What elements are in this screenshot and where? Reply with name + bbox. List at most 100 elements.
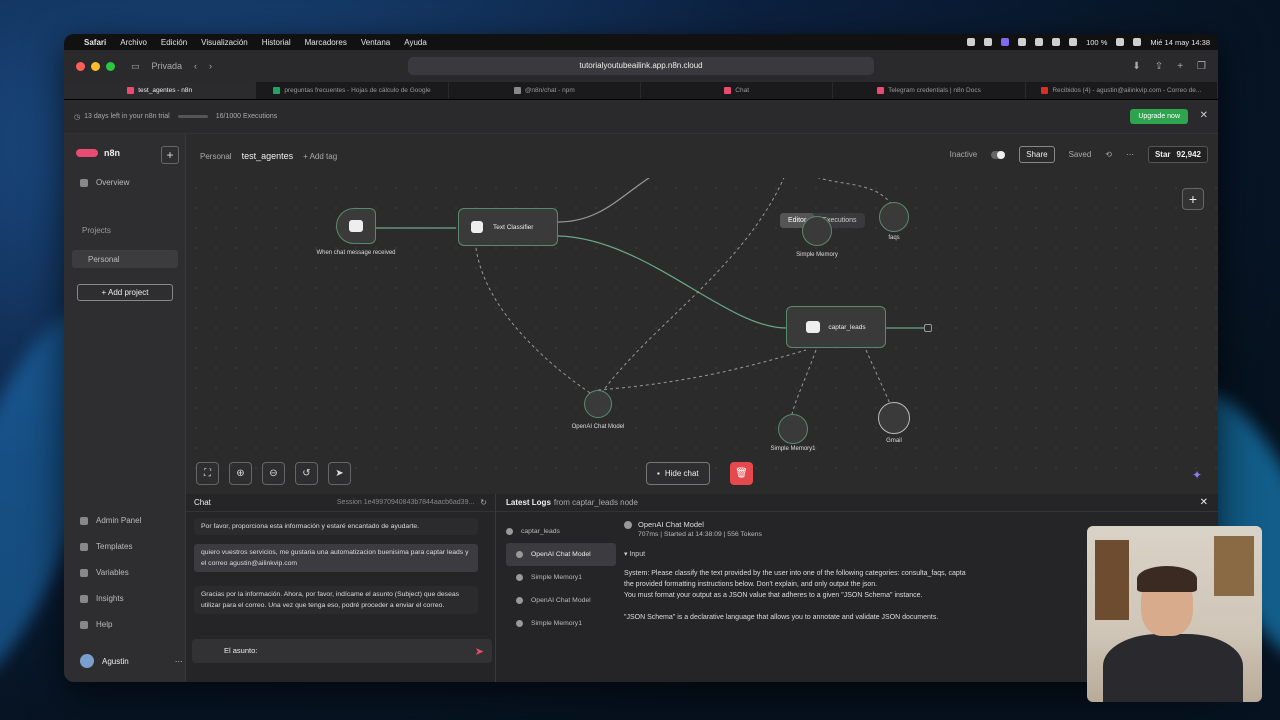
n8n-logo[interactable]: n8n — [76, 148, 120, 158]
tree-item[interactable]: OpenAI Chat Model — [506, 543, 616, 566]
logs-source: from captar_leads node — [553, 498, 638, 507]
menu-visualizacion[interactable]: Visualización — [201, 38, 248, 47]
address-bar[interactable]: tutorialyoutubeailink.app.n8n.cloud — [408, 57, 874, 75]
hide-chat-button[interactable]: ▪ Hide chat — [646, 462, 710, 485]
wifi-icon[interactable] — [1116, 38, 1125, 46]
minimize-window-button[interactable] — [91, 61, 100, 71]
zoom-out-icon[interactable]: ⊖ — [262, 462, 285, 485]
add-connection-icon[interactable] — [924, 324, 932, 332]
more-icon[interactable]: ⋯ — [1126, 150, 1134, 159]
chat-message-user: quiero vuestros servicios, me gustaria u… — [194, 544, 478, 572]
workflow-name[interactable]: test_agentes — [242, 151, 294, 161]
tab-favicon-icon — [513, 87, 521, 94]
back-icon[interactable]: ‹ — [194, 61, 197, 71]
delete-icon[interactable]: 🗑 — [730, 462, 753, 485]
send-icon[interactable]: ➤ — [475, 645, 484, 658]
browser-tab[interactable]: test_agentes - n8n — [64, 82, 257, 99]
status-icon[interactable] — [1001, 38, 1010, 46]
tree-item[interactable]: OpenAI Chat Model — [506, 589, 616, 612]
close-window-button[interactable] — [76, 61, 85, 71]
add-tag-button[interactable]: + Add tag — [303, 152, 337, 161]
sidebar-item-overview[interactable]: Overview — [80, 178, 129, 187]
history-icon[interactable]: ⟲ — [1105, 150, 1112, 159]
browser-tab[interactable]: Chat — [641, 82, 834, 99]
download-icon[interactable]: ⬇ — [1132, 61, 1140, 72]
trial-days-left: 13 days left in your n8n trial — [84, 113, 170, 120]
tab-favicon-icon — [127, 87, 135, 94]
browser-tab[interactable]: Recibidos (4) - agustin@ailinkvip.com - … — [1026, 82, 1218, 99]
browser-toolbar: ▭ Privada ‹ › tutorialyoutubeailink.app.… — [64, 50, 1218, 82]
create-button[interactable]: + — [161, 146, 179, 164]
browser-tab[interactable]: preguntas frecuentes - Hojas de cálculo … — [256, 82, 449, 99]
sidebar-toggle-icon[interactable]: ▭ — [131, 61, 140, 72]
node-simple-memory[interactable] — [802, 216, 832, 246]
sidebar-item-personal[interactable]: Personal — [72, 250, 178, 268]
new-tab-icon[interactable]: + — [1177, 61, 1183, 72]
node-text-classifier[interactable]: Text Classifier — [458, 208, 558, 246]
tree-item[interactable]: captar_leads — [506, 520, 616, 543]
n8n-app: n8n + Overview Projects Personal + Add p… — [64, 134, 1218, 682]
activation-toggle[interactable] — [991, 150, 1006, 159]
node-gmail[interactable] — [878, 402, 910, 434]
status-icon[interactable] — [984, 38, 993, 46]
node-faqs[interactable] — [879, 202, 909, 232]
private-label: Privada — [151, 61, 183, 71]
menu-historial[interactable]: Historial — [262, 38, 291, 47]
sidebar-item-admin-panel[interactable]: Admin Panel — [80, 516, 141, 525]
tidy-up-icon[interactable]: ➤ — [328, 462, 351, 485]
close-icon[interactable]: ✕ — [1200, 497, 1208, 508]
chevron-down-icon: ▾ — [624, 551, 628, 558]
webcam-overlay — [1087, 526, 1262, 702]
node-chat-trigger[interactable] — [336, 208, 376, 244]
more-icon[interactable]: ⋯ — [175, 657, 183, 666]
fit-view-icon[interactable]: ⛶ — [196, 462, 219, 485]
node-openai-chat-model[interactable] — [584, 390, 612, 418]
sidebar-item-insights[interactable]: Insights — [80, 594, 124, 603]
browser-tab[interactable]: Telegram credentials | n8n Docs — [833, 82, 1026, 99]
upgrade-button[interactable]: Upgrade now — [1130, 109, 1188, 124]
clock[interactable]: Mié 14 may 14:38 — [1150, 38, 1210, 47]
forward-icon[interactable]: › — [209, 61, 212, 71]
close-icon[interactable]: ✕ — [1200, 110, 1208, 121]
tree-item[interactable]: Simple Memory1 — [506, 566, 616, 589]
share-icon[interactable]: ⇪ — [1155, 61, 1163, 72]
add-node-button[interactable]: + — [1182, 188, 1204, 210]
chat-input[interactable]: El asunto: ➤ — [192, 639, 492, 663]
menu-marcadores[interactable]: Marcadores — [305, 38, 347, 47]
node-simple-memory1[interactable] — [778, 414, 808, 444]
github-star-button[interactable]: Star 92,942 — [1147, 146, 1208, 163]
status-icon[interactable] — [967, 38, 976, 46]
battery-level[interactable]: 100 % — [1086, 38, 1107, 47]
volume-icon[interactable] — [1052, 38, 1061, 46]
zoom-in-icon[interactable]: ⊕ — [229, 462, 252, 485]
reset-zoom-icon[interactable]: ↺ — [295, 462, 318, 485]
browser-tab[interactable]: @n8n/chat - npm — [449, 82, 641, 99]
tab-overview-icon[interactable]: ❐ — [1197, 61, 1206, 72]
menu-archivo[interactable]: Archivo — [120, 38, 147, 47]
bluetooth-icon[interactable] — [1069, 38, 1078, 46]
window-controls — [76, 61, 115, 71]
sidebar-item-variables[interactable]: Variables — [80, 568, 129, 577]
breadcrumb-project[interactable]: Personal — [200, 152, 232, 161]
zoom-window-button[interactable] — [106, 61, 115, 71]
chat-icon — [349, 220, 363, 232]
sidebar-item-templates[interactable]: Templates — [80, 542, 132, 551]
ai-assistant-icon[interactable]: ✦ — [1192, 468, 1202, 482]
status-icon[interactable] — [1018, 38, 1027, 46]
user-menu[interactable]: Agustin ⋯ — [80, 654, 183, 668]
menu-app[interactable]: Safari — [84, 38, 106, 47]
share-button[interactable]: Share — [1019, 146, 1055, 163]
status-icon[interactable] — [1035, 38, 1044, 46]
node-captar-leads[interactable]: captar_leads — [786, 306, 886, 348]
search-icon[interactable] — [1133, 38, 1142, 46]
node-label: faqs — [888, 235, 900, 241]
workflow-canvas[interactable]: Editor Executions When chat message rece… — [186, 178, 1218, 485]
tree-item[interactable]: Simple Memory1 — [506, 612, 616, 635]
menu-ventana[interactable]: Ventana — [361, 38, 390, 47]
refresh-session-icon[interactable]: ↻ — [480, 498, 487, 507]
menu-ayuda[interactable]: Ayuda — [404, 38, 427, 47]
menu-edicion[interactable]: Edición — [161, 38, 187, 47]
add-project-button[interactable]: + Add project — [77, 284, 173, 301]
sidebar-item-help[interactable]: Help — [80, 620, 112, 629]
tag-icon — [471, 221, 483, 233]
